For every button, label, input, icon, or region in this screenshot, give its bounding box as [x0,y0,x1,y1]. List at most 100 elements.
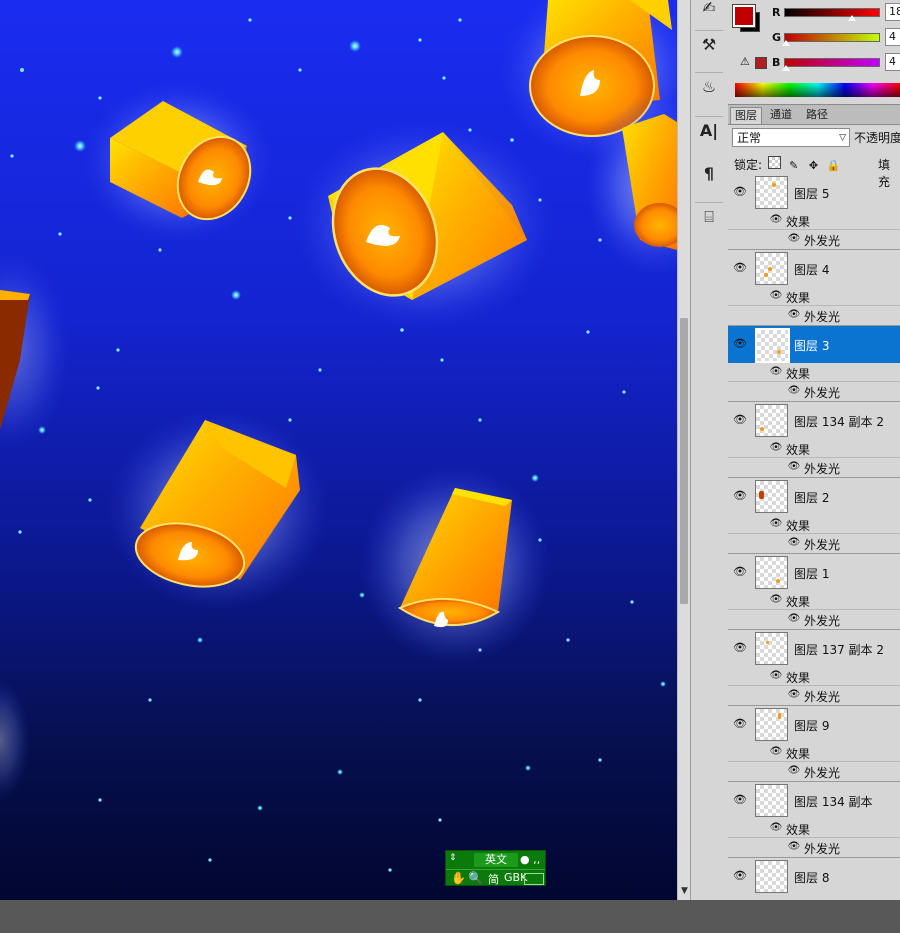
outer-glow-row[interactable]: 👁 外发光 [728,305,900,325]
outer-glow-row[interactable]: 👁 外发光 [728,381,900,401]
lock-position-icon[interactable]: ✥ [807,159,821,173]
outer-glow-row[interactable]: 👁 外发光 [728,457,900,477]
effects-row[interactable]: 👁 效果 [728,667,900,686]
scrollbar-thumb[interactable] [680,318,688,604]
eye-icon[interactable]: 👁 [769,669,783,683]
effects-row[interactable]: 👁 效果 [728,743,900,762]
effects-row[interactable]: 👁 效果 [728,363,900,382]
eye-icon[interactable]: 👁 [787,764,801,778]
layer-item[interactable]: 👁 图层 1 👁 效果 👁 外发光 [728,554,900,630]
eye-icon[interactable]: 👁 [787,612,801,626]
eye-icon[interactable]: 👁 [787,840,801,854]
character-icon[interactable]: A| [695,116,723,145]
outer-glow-row[interactable]: 👁 外发光 [728,685,900,705]
eye-icon[interactable]: 👁 [733,565,747,579]
effects-row[interactable]: 👁 效果 [728,515,900,534]
ime-status-bar[interactable]: ⇕ 英文 ● ‚‚ ✋ 🔍 简 GBK [445,850,546,886]
slider-g-value[interactable]: 4 [885,28,900,46]
effects-row[interactable]: 👁 效果 [728,591,900,610]
eye-icon[interactable]: 👁 [769,213,783,227]
layer-row[interactable]: 👁 图层 8 [728,858,900,895]
eye-icon[interactable]: 👁 [733,489,747,503]
document-canvas[interactable]: ⇕ 英文 ● ‚‚ ✋ 🔍 简 GBK [0,0,677,900]
tab-paths[interactable]: 路径 [802,107,832,123]
tab-layers[interactable]: 图层 [730,107,762,124]
outer-glow-row[interactable]: 👁 外发光 [728,837,900,857]
gamut-swatch[interactable] [755,57,767,69]
layer-item[interactable]: 👁 图层 3 👁 效果 👁 外发光 [728,326,900,402]
layer-item[interactable]: 👁 图层 137 副本 2 👁 效果 👁 外发光 [728,630,900,706]
outer-glow-row[interactable]: 👁 外发光 [728,609,900,629]
effects-row[interactable]: 👁 效果 [728,287,900,306]
ime-language[interactable]: 英文 [474,853,518,867]
slider-r-handle[interactable] [847,15,856,21]
layer-row-selected[interactable]: 👁 图层 3 [728,326,900,363]
layer-row[interactable]: 👁 图层 4 [728,250,900,287]
tool-presets-icon[interactable]: ⌸ [695,202,723,231]
layer-item[interactable]: 👁 图层 134 副本 2 👁 效果 👁 外发光 [728,402,900,478]
layer-item[interactable]: 👁 图层 4 👁 效果 👁 外发光 [728,250,900,326]
effects-row[interactable]: 👁 效果 [728,211,900,230]
brush-presets-icon[interactable]: ⚒ [695,30,723,59]
ime-expand-icon[interactable]: ⇕ [449,853,457,863]
lock-all-icon[interactable]: 🔒 [826,159,841,173]
layer-row[interactable]: 👁 图层 137 副本 2 [728,630,900,667]
paragraph-icon[interactable]: ¶ [695,160,723,188]
slider-b-track[interactable] [784,58,880,67]
foreground-color-swatch[interactable] [732,4,756,28]
eye-icon[interactable]: 👁 [733,413,747,427]
layer-item[interactable]: 👁 图层 5 👁 效果 👁 外发光 [728,174,900,250]
eye-icon[interactable]: 👁 [733,337,747,351]
eye-icon[interactable]: 👁 [769,821,783,835]
slider-g-handle[interactable] [781,40,790,46]
eye-icon[interactable]: 👁 [787,384,801,398]
eye-icon[interactable]: 👁 [769,517,783,531]
eye-icon[interactable]: 👁 [733,261,747,275]
blend-mode-select[interactable]: 正常 ▽ [732,128,850,147]
eye-icon[interactable]: 👁 [733,717,747,731]
eye-icon[interactable]: 👁 [733,793,747,807]
eye-icon[interactable]: 👁 [769,365,783,379]
layer-item[interactable]: 👁 图层 2 👁 效果 👁 外发光 [728,478,900,554]
eye-icon[interactable]: 👁 [769,593,783,607]
slider-b-value[interactable]: 4 [885,53,900,71]
eye-icon[interactable]: 👁 [733,869,747,883]
eye-icon[interactable]: 👁 [787,460,801,474]
lock-transparent-icon[interactable] [767,156,781,169]
ime-simplified[interactable]: 简 [488,871,499,887]
clone-source-icon[interactable]: ♨ [695,72,723,101]
eye-icon[interactable]: 👁 [769,745,783,759]
layer-item[interactable]: 👁 图层 8 [728,858,900,933]
layer-row[interactable]: 👁 图层 5 [728,174,900,211]
magnifier-icon[interactable]: 🔍 [468,871,483,885]
hand-icon[interactable]: ✋ [451,871,466,885]
eye-icon[interactable]: 👁 [787,308,801,322]
gamut-warning-icon[interactable]: ⚠ [740,55,750,68]
eye-icon[interactable]: 👁 [787,536,801,550]
ime-punct-icon[interactable]: ● ‚‚ [520,853,540,866]
slider-r-value[interactable]: 18 [885,3,900,21]
layer-row[interactable]: 👁 图层 2 [728,478,900,515]
slider-g-track[interactable] [784,33,880,42]
canvas-vertical-scrollbar[interactable]: ▼ [677,0,691,900]
layer-row[interactable]: 👁 图层 1 [728,554,900,591]
layer-row[interactable]: 👁 图层 134 副本 2 [728,402,900,439]
effects-row[interactable]: 👁 效果 [728,439,900,458]
eye-icon[interactable]: 👁 [733,641,747,655]
eye-icon[interactable]: 👁 [769,441,783,455]
lock-pixels-icon[interactable]: ✎ [787,159,801,173]
outer-glow-row[interactable]: 👁 外发光 [728,761,900,781]
slider-b-handle[interactable] [781,65,790,71]
layer-row[interactable]: 👁 图层 9 [728,706,900,743]
tab-channels[interactable]: 通道 [766,107,796,123]
layer-item[interactable]: 👁 图层 9 👁 效果 👁 外发光 [728,706,900,782]
eye-icon[interactable]: 👁 [769,289,783,303]
outer-glow-row[interactable]: 👁 外发光 [728,533,900,553]
eye-icon[interactable]: 👁 [733,185,747,199]
layer-row[interactable]: 👁 图层 134 副本 [728,782,900,819]
effects-row[interactable]: 👁 效果 [728,819,900,838]
keyboard-icon[interactable] [524,873,544,885]
color-spectrum-ramp[interactable] [735,83,900,97]
slider-r-track[interactable] [784,8,880,17]
history-brush-icon[interactable]: ✍ [695,0,723,22]
